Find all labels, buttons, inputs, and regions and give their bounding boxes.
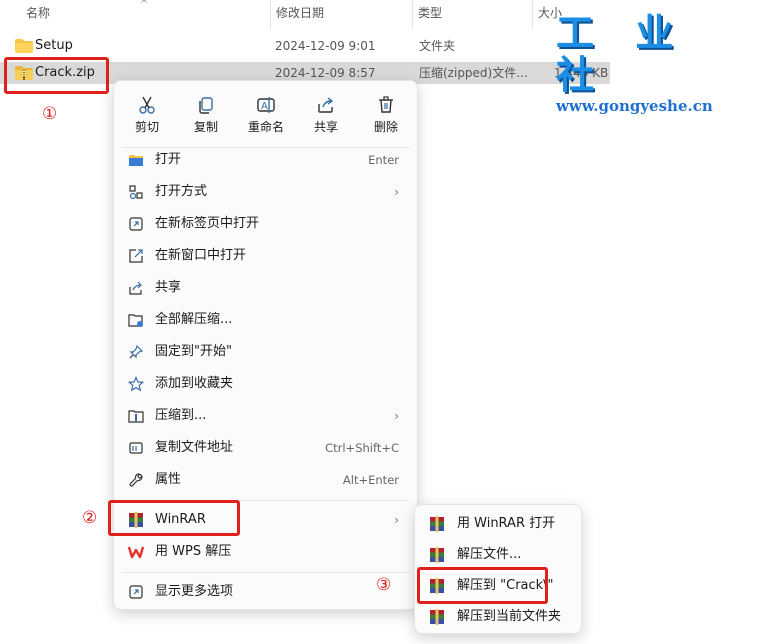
copy-button[interactable]: 复制 [178,89,234,143]
trash-icon [379,96,393,113]
file-row-setup[interactable]: Setup 2024-12-09 9:01 文件夹 [0,35,610,57]
share-button[interactable]: 共享 [298,89,354,143]
menu-item-extract-all[interactable]: 全部解压缩... [118,305,413,335]
file-type: 压缩(zipped)文件... [419,66,528,80]
menu-item-compress-to[interactable]: 压缩到... › [118,401,413,431]
chevron-right-icon: › [394,409,399,423]
share-icon [318,97,334,113]
menu-open-new-tab-label: 在新标签页中打开 [155,216,260,231]
submenu-item-open-with-winrar[interactable]: 用 WinRAR 打开 [419,509,577,539]
file-type: 文件夹 [419,39,456,53]
new-tab-icon [129,217,143,231]
menu-item-copy-path[interactable]: 复制文件地址 Ctrl+Shift+C [118,433,413,463]
share-label: 共享 [313,120,338,134]
menu-properties-label: 属性 [155,472,182,487]
submenu-extract-here-label: 解压到当前文件夹 [457,609,562,624]
svg-text:A: A [261,101,268,112]
wrench-icon [129,473,143,487]
menu-item-share[interactable]: 共享 [118,273,413,303]
menu-properties-shortcut: Alt+Enter [342,473,399,487]
chevron-right-icon: › [394,513,399,527]
new-window-icon [129,249,143,263]
extract-folder-icon [128,314,143,327]
menu-copy-path-shortcut: Ctrl+Shift+C [325,441,399,455]
menu-item-add-favorites[interactable]: 添加到收藏夹 [118,369,413,399]
menu-extract-all-label: 全部解压缩... [155,312,233,327]
sort-up-icon: ^ [140,0,149,10]
highlight-box-winrar [108,500,240,536]
cut-label: 剪切 [134,120,159,134]
menu-copy-path-label: 复制文件地址 [155,440,234,455]
watermark-title: 工 业 社 [556,10,688,97]
watermark-url: www.gongyeshe.cn [556,97,713,115]
menu-open-shortcut: Enter [368,153,399,167]
winrar-icon [430,609,444,625]
copy-icon [199,97,213,114]
submenu-item-extract-files[interactable]: 解压文件... [419,540,577,570]
cut-button[interactable]: 剪切 [119,89,175,143]
menu-open-with-label: 打开方式 [155,184,208,199]
menu-item-wps-extract[interactable]: 用 WPS 解压 [118,537,413,567]
file-list-header: 名称 ^ 修改日期 类型 大小 [0,0,610,30]
menu-more-options-label: 显示更多选项 [155,584,234,599]
share-icon [129,281,142,295]
folder-icon [15,39,33,53]
quick-actions-bar: 剪切 复制 A 重命名 共享 删除 [114,89,417,143]
menu-pin-start-label: 固定到"开始" [155,344,232,359]
menu-item-open-with[interactable]: 打开方式 › [118,177,413,207]
apps-icon [129,185,143,200]
star-icon [128,376,144,392]
file-modified: 2024-12-09 9:01 [275,39,376,53]
column-modified-header[interactable]: 修改日期 [270,0,412,30]
menu-add-favorites-label: 添加到收藏夹 [155,376,234,391]
winrar-icon [430,547,444,563]
chevron-right-icon: › [394,185,399,199]
delete-button[interactable]: 删除 [358,89,414,143]
compress-folder-icon [128,410,144,423]
scissors-icon [139,96,155,114]
rename-button[interactable]: A 重命名 [238,89,294,143]
winrar-icon [430,516,444,532]
highlight-box-extract-to [417,567,548,604]
step-marker-1: ① [42,104,58,124]
step-marker-2: ② [82,508,98,528]
more-options-icon [129,585,143,599]
menu-open-label: 打开 [155,152,182,167]
menu-item-open-new-window[interactable]: 在新窗口中打开 [118,241,413,271]
step-marker-3: ③ [376,575,392,595]
highlight-box-crack-zip [4,57,109,94]
menu-share-label: 共享 [155,280,182,295]
delete-label: 删除 [373,120,398,134]
wps-icon [128,546,144,559]
file-name: Setup [35,38,73,53]
pin-icon [129,344,144,359]
menu-item-properties[interactable]: 属性 Alt+Enter [118,465,413,495]
column-type-header[interactable]: 类型 [412,0,532,30]
watermark: 工 业 社 www.gongyeshe.cn [556,10,752,115]
submenu-item-extract-here[interactable]: 解压到当前文件夹 [419,602,577,632]
submenu-extract-files-label: 解压文件... [457,547,522,562]
copy-label: 复制 [193,120,218,134]
rename-icon: A [257,97,275,113]
copy-path-icon [129,442,143,454]
menu-item-open-new-tab[interactable]: 在新标签页中打开 [118,209,413,239]
submenu-open-with-winrar-label: 用 WinRAR 打开 [457,516,556,531]
menu-item-more-options[interactable]: 显示更多选项 [118,577,413,607]
menu-item-open[interactable]: 打开 Enter [118,145,413,175]
folder-open-icon [129,155,143,166]
menu-item-pin-start[interactable]: 固定到"开始" [118,337,413,367]
menu-open-new-window-label: 在新窗口中打开 [155,248,247,263]
menu-compress-to-label: 压缩到... [155,408,207,423]
rename-label: 重命名 [247,120,284,134]
menu-wps-extract-label: 用 WPS 解压 [155,544,232,559]
